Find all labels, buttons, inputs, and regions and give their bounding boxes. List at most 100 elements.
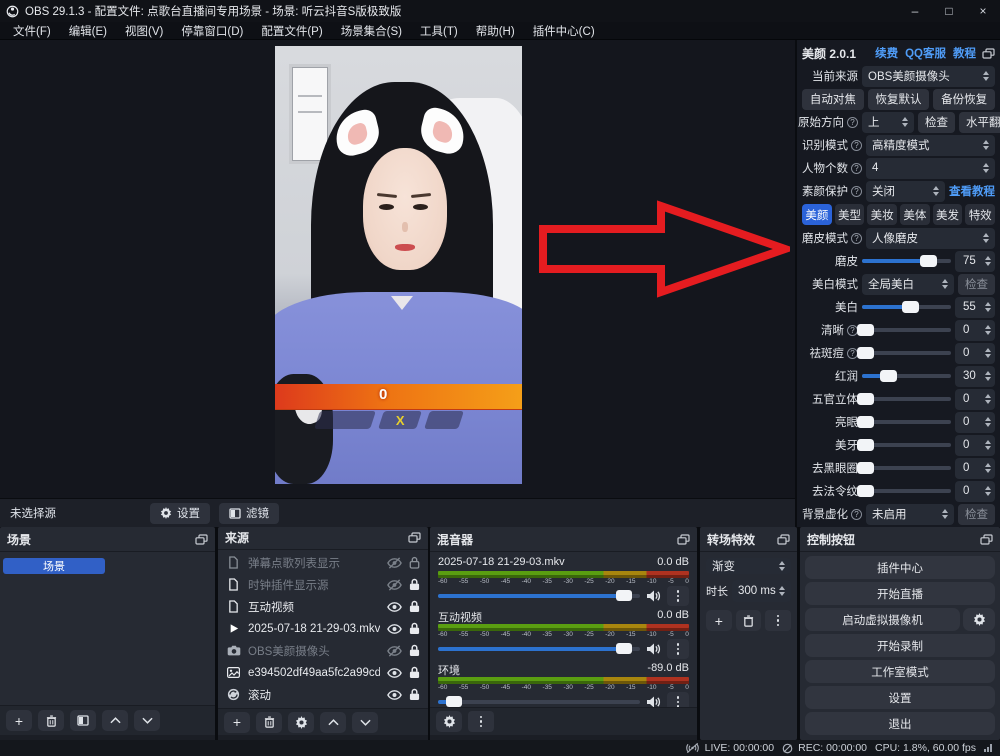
popout-icon[interactable] [982,48,995,59]
rosy-slider[interactable] [862,374,951,378]
eye-slash-icon[interactable] [387,645,402,657]
settings-button[interactable]: 设置 [805,686,995,709]
mixer-menu-button[interactable] [468,711,494,732]
clarity-value[interactable]: 0 [955,320,995,341]
smooth-slider[interactable] [862,259,951,263]
tab-makeup[interactable]: 美妆 [867,204,897,225]
source-row[interactable]: 滚动 [218,684,428,706]
source-row[interactable]: 弹幕点歌列表显示 [218,552,428,574]
blemish-slider[interactable] [862,351,951,355]
popout-icon[interactable] [980,534,993,545]
smooth-value[interactable]: 75 [955,251,995,272]
menu-profile[interactable]: 配置文件(P) [252,22,331,40]
speaker-icon[interactable] [646,643,661,655]
source-row[interactable]: 互动视频 [218,596,428,618]
popout-icon[interactable] [195,534,208,545]
lock-icon[interactable] [409,644,420,657]
volume-slider[interactable] [438,700,640,704]
source-properties-toolbar-button[interactable] [288,712,314,733]
advanced-audio-button[interactable] [436,711,462,732]
eye-slash-icon[interactable] [387,557,402,569]
blemish-value[interactable]: 0 [955,343,995,364]
nasolabial-slider[interactable] [862,489,951,493]
studio-mode-button[interactable]: 工作室模式 [805,660,995,683]
scene-down-button[interactable] [134,710,160,731]
duration-spinbox[interactable]: 300 ms [732,580,791,602]
remove-scene-button[interactable] [38,710,64,731]
tab-effects[interactable]: 特效 [965,204,995,225]
scene-up-button[interactable] [102,710,128,731]
source-row[interactable]: 2025-07-18 21-29-03.mkv [218,618,428,640]
source-row[interactable]: OBS美颜摄像头 [218,640,428,662]
maximize-button[interactable]: □ [932,0,966,22]
eye-icon[interactable] [387,601,402,613]
whiten-value[interactable]: 55 [955,297,995,318]
nasolabial-value[interactable]: 0 [955,481,995,502]
teeth-slider[interactable] [862,443,951,447]
lock-icon[interactable] [409,556,420,569]
help-icon[interactable]: ? [851,186,862,197]
whiten-slider[interactable] [862,305,951,309]
eye-icon[interactable] [387,623,402,635]
menu-docks[interactable]: 停靠窗口(D) [172,22,252,40]
source-row[interactable]: e394502df49aa5fc2a99cd2e7c [218,662,428,684]
popout-icon[interactable] [677,534,690,545]
video-canvas[interactable]: 0 X [275,46,522,484]
add-source-button[interactable]: + [224,712,250,733]
source-down-button[interactable] [352,712,378,733]
tab-body[interactable]: 美体 [900,204,930,225]
renew-link[interactable]: 续费 [875,45,898,61]
help-icon[interactable]: ? [851,509,862,520]
plugin-center-button[interactable]: 插件中心 [805,556,995,579]
volume-slider[interactable] [438,594,640,598]
channel-menu-button[interactable] [667,586,689,606]
source-filters-button[interactable]: 滤镜 [219,503,279,524]
source-up-button[interactable] [320,712,346,733]
lock-icon[interactable] [409,600,420,613]
scene-item-selected[interactable]: 场景 [3,558,105,574]
speaker-icon[interactable] [646,696,661,707]
source-properties-button[interactable]: 设置 [150,503,210,524]
rosy-value[interactable]: 30 [955,366,995,387]
person-count-spinbox[interactable]: 4 [866,158,995,179]
contour-value[interactable]: 0 [955,389,995,410]
contour-slider[interactable] [862,397,951,401]
eye-icon[interactable] [387,667,402,679]
add-transition-button[interactable]: + [706,610,732,631]
bg-blur-check-button[interactable]: 检查 [958,504,995,525]
clarity-slider[interactable] [862,328,951,332]
eye-icon[interactable] [387,689,402,701]
remove-source-button[interactable] [256,712,282,733]
current-source-select[interactable]: OBS美颜摄像头 [862,66,995,87]
dark-circles-slider[interactable] [862,466,951,470]
volume-slider[interactable] [438,647,640,651]
lock-icon[interactable] [409,688,420,701]
dark-circles-value[interactable]: 0 [955,458,995,479]
start-streaming-button[interactable]: 开始直播 [805,582,995,605]
menu-plugin-center[interactable]: 插件中心(C) [524,22,604,40]
smooth-mode-select[interactable]: 人像磨皮 [866,228,995,249]
popout-icon[interactable] [408,532,421,543]
source-row[interactable]: 时钟插件显示源 [218,574,428,596]
autofocus-button[interactable]: 自动对焦 [802,89,864,110]
detect-mode-select[interactable]: 高精度模式 [866,135,995,156]
add-scene-button[interactable]: + [6,710,32,731]
help-icon[interactable]: ? [847,117,858,128]
menu-edit[interactable]: 编辑(E) [60,22,116,40]
orientation-check-button[interactable]: 检查 [918,112,955,133]
tab-reshape[interactable]: 美型 [835,204,865,225]
transition-select[interactable]: 渐变 [706,558,791,574]
virtual-camera-settings-button[interactable] [963,608,995,631]
view-tutorial-link[interactable]: 查看教程 [949,183,995,199]
channel-menu-button[interactable] [667,692,689,707]
restore-default-button[interactable]: 恢复默认 [868,89,930,110]
tab-hair[interactable]: 美发 [933,204,963,225]
whiten-mode-select[interactable]: 全局美白 [862,274,954,295]
menu-tools[interactable]: 工具(T) [411,22,467,40]
scene-filters-button[interactable] [70,710,96,731]
menu-scene-collection[interactable]: 场景集合(S) [332,22,411,40]
popout-icon[interactable] [777,534,790,545]
tab-beauty[interactable]: 美颜 [802,204,832,225]
preview-area[interactable]: 0 X [0,40,795,498]
bright-eyes-slider[interactable] [862,420,951,424]
